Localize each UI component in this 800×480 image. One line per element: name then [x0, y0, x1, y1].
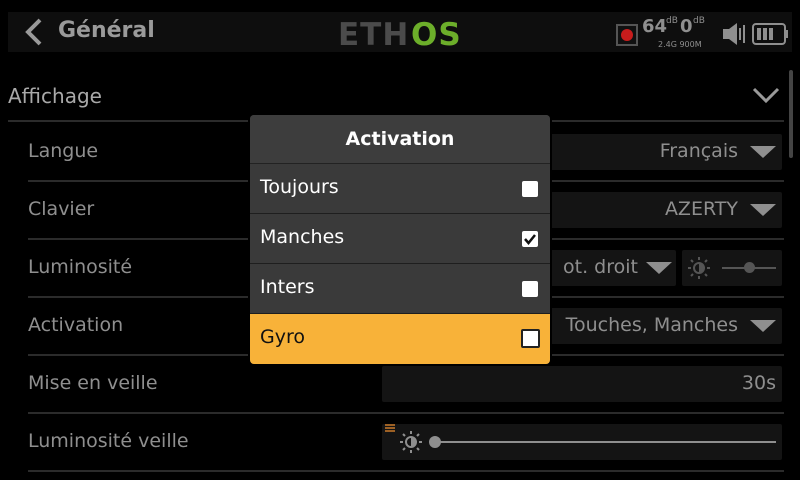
checkbox[interactable]	[522, 281, 538, 297]
row-label: Mise en veille	[28, 372, 158, 394]
band-labels: 2.4G 900M	[658, 40, 702, 49]
slider-track	[434, 441, 776, 443]
sun-icon	[688, 257, 710, 279]
rssi-24-value: 64	[642, 16, 668, 37]
check-icon	[524, 234, 536, 245]
option-label: Toujours	[260, 176, 339, 198]
slider-knob[interactable]	[429, 436, 441, 448]
rssi-900-value: 0	[680, 16, 693, 37]
option-label: Manches	[260, 226, 345, 248]
activation-dialog: Activation Toujours Manches Inters Gyro	[250, 115, 550, 364]
svg-text:ETH: ETH	[338, 17, 409, 48]
checkbox-checked[interactable]	[522, 231, 538, 247]
status-area: 64 dB 0 dB 2.4G 900M	[616, 16, 792, 50]
rssi-900-unit: dB	[693, 16, 705, 26]
dropdown-arrow-icon	[750, 320, 776, 332]
activation-value: Touches, Manches	[565, 314, 738, 336]
slider-knob[interactable]	[744, 262, 755, 273]
svg-text:OS: OS	[411, 17, 462, 48]
option-toujours[interactable]: Toujours	[250, 164, 550, 214]
menu-lines-icon	[385, 424, 395, 432]
row-label: Activation	[28, 314, 124, 336]
section-title: Affichage	[8, 84, 102, 108]
dropdown-arrow-icon	[646, 262, 672, 274]
top-bar: Général ETH OS 64 dB 0 dB 2.4G 900M	[8, 12, 792, 52]
scrollbar[interactable]	[789, 70, 793, 158]
dropdown-arrow-icon	[750, 204, 776, 216]
page-title: Général	[58, 18, 155, 43]
chevron-down-icon	[752, 87, 780, 104]
language-value: Français	[659, 140, 738, 162]
ethos-logo: ETH OS	[338, 17, 462, 48]
keyboard-value: AZERTY	[664, 198, 738, 220]
option-manches[interactable]: Manches	[250, 214, 550, 264]
brightness-source-value: ot. droit	[563, 256, 638, 278]
back-button[interactable]	[14, 12, 54, 52]
checkbox[interactable]	[522, 181, 538, 197]
sleep-timer-value: 30s	[741, 372, 776, 394]
dialog-title: Activation	[250, 115, 550, 164]
option-inters[interactable]: Inters	[250, 264, 550, 314]
row-luminosite-veille: Luminosité veille	[28, 414, 784, 472]
sleep-timer-field[interactable]: 30s	[382, 366, 782, 402]
option-label: Inters	[260, 276, 315, 298]
row-label: Clavier	[28, 198, 95, 220]
option-label: Gyro	[260, 326, 305, 348]
chevron-left-icon	[25, 18, 42, 46]
row-mise-en-veille: Mise en veille 30s	[28, 356, 784, 414]
sun-icon	[400, 431, 422, 453]
dropdown-arrow-icon	[750, 146, 776, 158]
speaker-icon	[723, 23, 745, 45]
sleep-brightness-slider[interactable]	[382, 424, 782, 460]
option-gyro[interactable]: Gyro	[250, 314, 550, 364]
battery-icon	[752, 23, 788, 45]
brightness-slider[interactable]	[682, 250, 782, 286]
row-label: Luminosité veille	[28, 430, 189, 452]
record-icon	[616, 24, 638, 46]
row-label: Langue	[28, 140, 99, 162]
checkbox[interactable]	[521, 329, 540, 348]
row-label: Luminosité	[28, 256, 133, 278]
rssi-24-unit: dB	[666, 16, 678, 26]
